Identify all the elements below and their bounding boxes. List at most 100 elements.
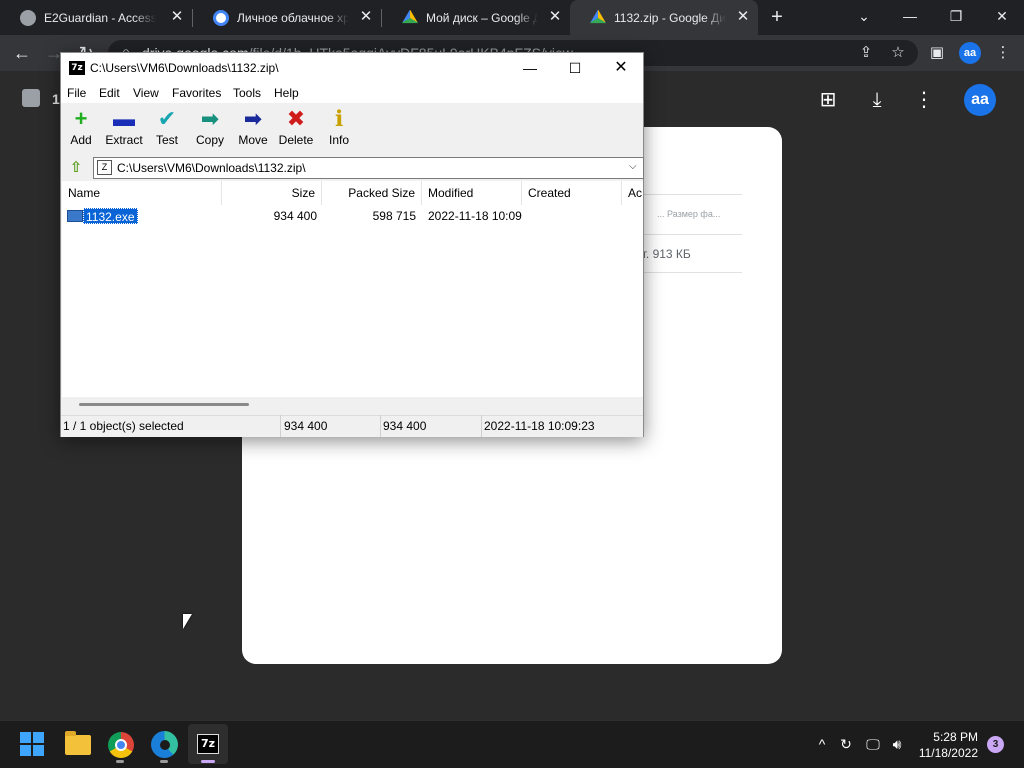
more-menu-icon[interactable]: ⋮ xyxy=(993,43,1013,63)
exe-file-icon xyxy=(67,210,83,222)
bookmark-star-icon[interactable]: ☆ xyxy=(888,43,908,63)
delete-x-icon: ✖ xyxy=(286,106,306,131)
sync-icon[interactable]: ↻ xyxy=(836,734,856,754)
copy-button[interactable]: ➡ Copy xyxy=(188,107,232,151)
tab-close-icon[interactable]: ✕ xyxy=(170,9,184,24)
minimize-icon[interactable]: — xyxy=(898,4,922,28)
volume-icon[interactable]: 🔊︎ xyxy=(887,734,907,754)
chevron-up-icon[interactable]: ^ xyxy=(812,734,832,754)
side-panel-icon[interactable]: ▣ xyxy=(927,43,947,63)
tab-1132-zip[interactable]: 1132.zip - Google Диск ✕ xyxy=(570,0,758,35)
menu-tools[interactable]: Tools xyxy=(233,86,261,100)
status-selection: 1 / 1 object(s) selected xyxy=(61,415,281,437)
column-header-name[interactable]: Name xyxy=(62,181,222,205)
sevenzip-logo-icon: 7z xyxy=(69,61,85,75)
clock-date: 11/18/2022 xyxy=(918,746,978,760)
system-clock[interactable]: 5:28 PM 11/18/2022 xyxy=(910,729,978,761)
test-button[interactable]: ✔ Test xyxy=(145,107,189,151)
restore-icon[interactable]: ❐ xyxy=(944,4,968,28)
column-header-size[interactable]: Size xyxy=(222,181,322,205)
path-text: C:\Users\VM6\Downloads\1132.zip\ xyxy=(117,161,306,175)
share-icon[interactable]: ⇪ xyxy=(856,43,876,63)
running-indicator xyxy=(160,760,168,763)
tab-title: 1132.zip - Google Диск xyxy=(614,10,726,25)
column-header-modified[interactable]: Modified xyxy=(422,181,522,205)
maximize-icon[interactable]: ☐ xyxy=(560,56,590,80)
windows-start-icon[interactable] xyxy=(20,732,44,756)
scrollbar-thumb[interactable] xyxy=(79,403,249,406)
add-label: Add xyxy=(70,133,92,147)
menu-edit[interactable]: Edit xyxy=(99,86,120,100)
minimize-icon[interactable]: — xyxy=(515,56,545,80)
notification-badge[interactable]: 3 xyxy=(987,736,1004,753)
google-drive-icon xyxy=(402,9,418,24)
file-size-text: г. 913 КБ xyxy=(643,247,691,261)
drive-profile-avatar[interactable]: aa xyxy=(964,84,996,116)
extract-button[interactable]: ▬ Extract xyxy=(102,107,146,151)
chevron-down-icon[interactable]: ⌵ xyxy=(629,161,637,172)
delete-button[interactable]: ✖ Delete xyxy=(274,107,318,151)
profile-avatar[interactable]: aa xyxy=(959,42,981,64)
table-row-created xyxy=(528,208,622,224)
download-icon[interactable]: ⤓ xyxy=(865,88,889,112)
table-row-packed-size: 598 715 xyxy=(372,209,416,223)
file-explorer-icon[interactable] xyxy=(65,731,91,755)
info-icon: ℹ xyxy=(334,106,344,131)
tab-close-icon[interactable]: ✕ xyxy=(736,9,750,24)
tab-personal-cloud[interactable]: Личное облачное хранилище ✕ xyxy=(193,0,381,35)
archive-icon: Z xyxy=(97,160,112,175)
status-modified: 2022-11-18 10:09:23 xyxy=(484,419,595,433)
active-indicator xyxy=(201,760,215,763)
tab-search-chevron-icon[interactable]: ⌄ xyxy=(852,4,876,28)
tab-e2guardian[interactable]: E2Guardian - Access Denied ✕ xyxy=(0,0,192,35)
file-name-label: 1 xyxy=(52,91,60,107)
close-window-icon[interactable]: ✕ xyxy=(606,56,636,80)
menu-help[interactable]: Help xyxy=(274,86,299,100)
column-header-accessed[interactable]: Ac xyxy=(622,181,643,205)
test-label: Test xyxy=(155,133,178,147)
menu-favorites[interactable]: Favorites xyxy=(172,86,221,100)
status-packed-size: 934 400 xyxy=(381,415,482,437)
add-button[interactable]: + Add xyxy=(59,107,103,151)
browser-tab-strip: E2Guardian - Access Denied ✕ Личное обла… xyxy=(0,0,1024,35)
info-button[interactable]: ℹ Info xyxy=(317,107,361,151)
column-header-packed-size[interactable]: Packed Size xyxy=(322,181,422,205)
sevenzip-taskbar-icon: 7z xyxy=(197,734,219,754)
sevenzip-window: 7z C:\Users\VM6\Downloads\1132.zip\ — ☐ … xyxy=(60,52,644,437)
window-title: C:\Users\VM6\Downloads\1132.zip\ xyxy=(90,61,279,75)
check-icon: ✔ xyxy=(157,106,177,131)
globe-icon xyxy=(20,9,36,26)
status-size: 934 400 xyxy=(282,415,381,437)
table-row-size: 934 400 xyxy=(273,209,317,223)
delete-label: Delete xyxy=(278,133,314,147)
more-options-icon[interactable]: ⋮ xyxy=(912,88,936,112)
tab-close-icon[interactable]: ✕ xyxy=(359,9,373,24)
tab-my-drive[interactable]: Мой диск – Google Диск ✕ xyxy=(382,0,570,35)
new-tab-button[interactable]: + xyxy=(766,6,788,28)
move-label: Move xyxy=(238,133,268,147)
running-indicator xyxy=(116,760,124,763)
tab-title: E2Guardian - Access Denied xyxy=(44,10,156,25)
chrome-icon[interactable] xyxy=(108,732,134,758)
close-window-icon[interactable]: ✕ xyxy=(990,4,1014,28)
info-label: Info xyxy=(328,133,349,147)
table-row-modified: 2022-11-18 10:09 xyxy=(428,209,522,223)
move-arrow-icon: ➡ xyxy=(243,106,263,131)
folder-up-icon[interactable]: ⇧ xyxy=(67,159,85,177)
size-column-hint: ... Размер фа... xyxy=(657,209,721,219)
clock-time: 5:28 PM xyxy=(933,730,978,744)
edge-icon[interactable] xyxy=(151,731,178,758)
network-icon[interactable]: 🖵︎ xyxy=(863,734,883,754)
table-row-name[interactable]: 1132.exe xyxy=(83,208,138,224)
tab-close-icon[interactable]: ✕ xyxy=(548,9,562,24)
google-drive-icon xyxy=(590,9,606,24)
tab-title: Личное облачное хранилище xyxy=(237,10,349,25)
move-button[interactable]: ➡ Move xyxy=(231,107,275,151)
menu-file[interactable]: File xyxy=(67,86,86,100)
menu-view[interactable]: View xyxy=(133,86,159,100)
column-header-created[interactable]: Created xyxy=(522,181,622,205)
add-shortcut-icon[interactable]: ⊞ xyxy=(816,88,840,112)
google-g-icon xyxy=(213,9,229,26)
plus-icon: + xyxy=(74,106,88,131)
back-arrow-icon[interactable]: ← xyxy=(11,42,33,64)
